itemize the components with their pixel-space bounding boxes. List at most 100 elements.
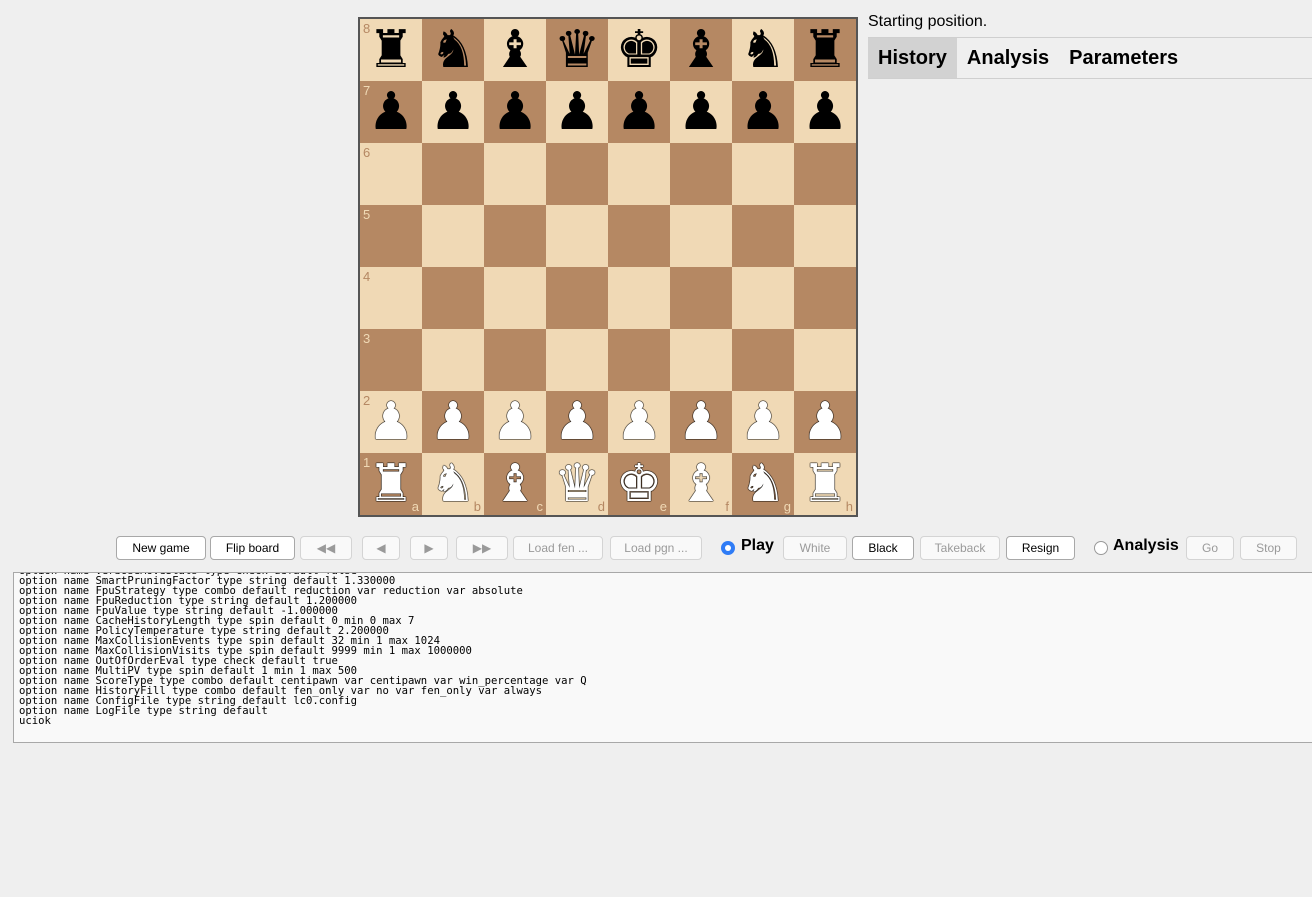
square-b3[interactable] xyxy=(422,329,484,391)
load-pgn-button[interactable]: Load pgn ... xyxy=(610,536,702,560)
square-c8[interactable]: ♝ xyxy=(484,19,546,81)
prev-move-button[interactable]: ◀ xyxy=(362,536,400,560)
square-g4[interactable] xyxy=(732,267,794,329)
square-h6[interactable] xyxy=(794,143,856,205)
square-g5[interactable] xyxy=(732,205,794,267)
black-pawn-icon[interactable]: ♟ xyxy=(670,81,732,143)
square-f7[interactable]: ♟ xyxy=(670,81,732,143)
square-b1[interactable]: b ♞ xyxy=(422,453,484,515)
square-f8[interactable]: ♝ xyxy=(670,19,732,81)
black-pawn-icon[interactable]: ♟ xyxy=(608,81,670,143)
black-pawn-icon[interactable]: ♟ xyxy=(422,81,484,143)
tab-analysis[interactable]: Analysis xyxy=(957,38,1059,78)
square-b8[interactable]: ♞ xyxy=(422,19,484,81)
engine-console[interactable]: option name VerboseMoveStats type check … xyxy=(13,572,1312,743)
square-c3[interactable] xyxy=(484,329,546,391)
flip-board-button[interactable]: Flip board xyxy=(210,536,295,560)
next-move-button[interactable]: ▶ xyxy=(410,536,448,560)
square-h8[interactable]: ♜ xyxy=(794,19,856,81)
white-button[interactable]: White xyxy=(783,536,847,560)
black-pawn-icon[interactable]: ♟ xyxy=(546,81,608,143)
white-pawn-icon[interactable]: ♟ xyxy=(732,391,794,453)
black-button[interactable]: Black xyxy=(852,536,914,560)
square-g8[interactable]: ♞ xyxy=(732,19,794,81)
square-a8[interactable]: 8 ♜ xyxy=(360,19,422,81)
analysis-radio[interactable] xyxy=(1094,541,1108,555)
last-move-button[interactable]: ▶▶ xyxy=(456,536,508,560)
square-h5[interactable] xyxy=(794,205,856,267)
black-pawn-icon[interactable]: ♟ xyxy=(794,81,856,143)
white-bishop-icon[interactable]: ♝ xyxy=(670,453,732,515)
square-d5[interactable] xyxy=(546,205,608,267)
square-c7[interactable]: ♟ xyxy=(484,81,546,143)
square-b5[interactable] xyxy=(422,205,484,267)
black-knight-icon[interactable]: ♞ xyxy=(422,19,484,81)
square-f6[interactable] xyxy=(670,143,732,205)
square-c4[interactable] xyxy=(484,267,546,329)
square-b2[interactable]: ♟ xyxy=(422,391,484,453)
square-a2[interactable]: 2 ♟ xyxy=(360,391,422,453)
white-pawn-icon[interactable]: ♟ xyxy=(484,391,546,453)
black-pawn-icon[interactable]: ♟ xyxy=(484,81,546,143)
square-c6[interactable] xyxy=(484,143,546,205)
white-pawn-icon[interactable]: ♟ xyxy=(546,391,608,453)
black-rook-icon[interactable]: ♜ xyxy=(794,19,856,81)
white-rook-icon[interactable]: ♜ xyxy=(360,453,422,515)
square-e8[interactable]: ♚ xyxy=(608,19,670,81)
black-knight-icon[interactable]: ♞ xyxy=(732,19,794,81)
square-h2[interactable]: ♟ xyxy=(794,391,856,453)
square-h7[interactable]: ♟ xyxy=(794,81,856,143)
square-b7[interactable]: ♟ xyxy=(422,81,484,143)
white-knight-icon[interactable]: ♞ xyxy=(732,453,794,515)
takeback-button[interactable]: Takeback xyxy=(920,536,1000,560)
square-f3[interactable] xyxy=(670,329,732,391)
tab-history[interactable]: History xyxy=(868,38,957,78)
new-game-button[interactable]: New game xyxy=(116,536,206,560)
square-a5[interactable]: 5 xyxy=(360,205,422,267)
white-rook-icon[interactable]: ♜ xyxy=(794,453,856,515)
square-g3[interactable] xyxy=(732,329,794,391)
black-queen-icon[interactable]: ♛ xyxy=(546,19,608,81)
square-d8[interactable]: ♛ xyxy=(546,19,608,81)
square-d2[interactable]: ♟ xyxy=(546,391,608,453)
black-bishop-icon[interactable]: ♝ xyxy=(484,19,546,81)
square-g2[interactable]: ♟ xyxy=(732,391,794,453)
square-e7[interactable]: ♟ xyxy=(608,81,670,143)
square-d7[interactable]: ♟ xyxy=(546,81,608,143)
square-f4[interactable] xyxy=(670,267,732,329)
square-h3[interactable] xyxy=(794,329,856,391)
square-e4[interactable] xyxy=(608,267,670,329)
stop-button[interactable]: Stop xyxy=(1240,536,1297,560)
square-f2[interactable]: ♟ xyxy=(670,391,732,453)
white-pawn-icon[interactable]: ♟ xyxy=(422,391,484,453)
square-b6[interactable] xyxy=(422,143,484,205)
white-bishop-icon[interactable]: ♝ xyxy=(484,453,546,515)
square-e2[interactable]: ♟ xyxy=(608,391,670,453)
black-bishop-icon[interactable]: ♝ xyxy=(670,19,732,81)
square-a7[interactable]: 7 ♟ xyxy=(360,81,422,143)
square-d6[interactable] xyxy=(546,143,608,205)
square-a6[interactable]: 6 xyxy=(360,143,422,205)
white-pawn-icon[interactable]: ♟ xyxy=(360,391,422,453)
white-queen-icon[interactable]: ♛ xyxy=(546,453,608,515)
load-fen-button[interactable]: Load fen ... xyxy=(513,536,603,560)
square-f5[interactable] xyxy=(670,205,732,267)
square-e1[interactable]: e ♚ xyxy=(608,453,670,515)
square-f1[interactable]: f ♝ xyxy=(670,453,732,515)
tab-parameters[interactable]: Parameters xyxy=(1059,38,1188,78)
play-radio[interactable] xyxy=(721,541,735,555)
white-knight-icon[interactable]: ♞ xyxy=(422,453,484,515)
black-pawn-icon[interactable]: ♟ xyxy=(732,81,794,143)
square-h1[interactable]: h ♜ xyxy=(794,453,856,515)
square-c1[interactable]: c ♝ xyxy=(484,453,546,515)
square-a4[interactable]: 4 xyxy=(360,267,422,329)
white-king-icon[interactable]: ♚ xyxy=(608,453,670,515)
resign-button[interactable]: Resign xyxy=(1006,536,1075,560)
white-pawn-icon[interactable]: ♟ xyxy=(794,391,856,453)
square-e6[interactable] xyxy=(608,143,670,205)
first-move-button[interactable]: ◀◀ xyxy=(300,536,352,560)
go-button[interactable]: Go xyxy=(1186,536,1234,560)
black-king-icon[interactable]: ♚ xyxy=(608,19,670,81)
square-a1[interactable]: 1 a ♜ xyxy=(360,453,422,515)
square-a3[interactable]: 3 xyxy=(360,329,422,391)
